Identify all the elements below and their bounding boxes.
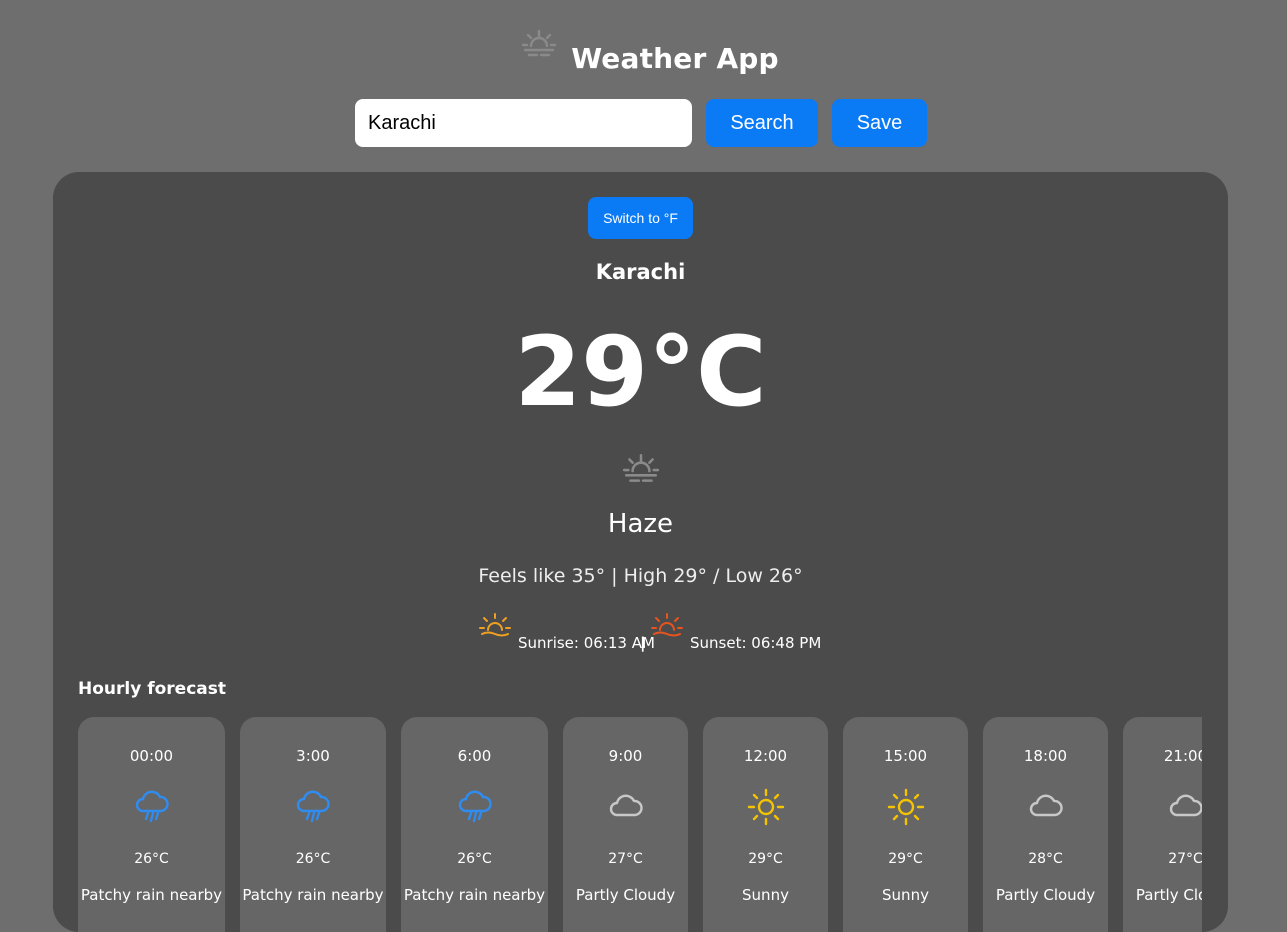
hourly-item: 15:00 29°C Sunny (843, 717, 968, 932)
sunset-icon (651, 613, 683, 637)
hour-condition: Patchy rain nearby (403, 886, 546, 904)
sun-icon (887, 788, 924, 826)
hour-condition: Partly Cloudy (995, 886, 1096, 904)
cloud-icon (609, 794, 643, 817)
hour-temperature: 26°C (457, 851, 492, 867)
hour-time: 00:00 (129, 747, 174, 765)
hour-time: 12:00 (743, 747, 788, 765)
hour-condition: Partly Cloudy (1135, 886, 1202, 904)
hourly-item: 6:00 26°C Patchy rain nearby (401, 717, 548, 932)
separator: | (640, 634, 646, 652)
hour-condition: Patchy rain nearby (80, 886, 223, 904)
app-title: Weather App (571, 42, 779, 75)
sunrise-time: Sunrise: 06:13 AM (518, 634, 655, 652)
hour-temperature: 26°C (295, 851, 331, 867)
hour-temperature: 26°C (134, 851, 169, 867)
rain-icon (296, 790, 330, 823)
hour-temperature: 27°C (608, 851, 643, 867)
current-condition: Haze (607, 509, 674, 539)
hour-temperature: 29°C (748, 851, 783, 867)
hour-temperature: 28°C (1028, 851, 1063, 867)
city-search-input[interactable] (355, 99, 692, 147)
header: Weather App (0, 0, 1287, 90)
unit-toggle-button[interactable]: Switch to °F (588, 197, 693, 239)
hour-temperature: 27°C (1168, 851, 1202, 867)
hour-time: 15:00 (883, 747, 928, 765)
search-bar: Search Save (355, 99, 927, 147)
rain-icon (135, 790, 169, 823)
weather-card: Switch to °F Karachi 29°C Haze Feels lik… (53, 172, 1228, 932)
hourly-item: 12:00 29°C Sunny (703, 717, 828, 932)
hour-time: 9:00 (608, 747, 643, 765)
haze-icon (622, 454, 660, 482)
hourly-item: 9:00 27°C Partly Cloudy (563, 717, 688, 932)
cloud-icon (1169, 794, 1202, 817)
search-button[interactable]: Search (706, 99, 818, 147)
hour-condition: Sunny (882, 886, 929, 904)
hourly-item: 18:00 28°C Partly Cloudy (983, 717, 1108, 932)
hourly-item: 21:00 27°C Partly Cloudy (1123, 717, 1202, 932)
sun-icon (747, 788, 784, 826)
hour-temperature: 29°C (888, 851, 923, 867)
hour-condition: Sunny (742, 886, 789, 904)
hour-time: 18:00 (1023, 747, 1068, 765)
hour-condition: Patchy rain nearby (242, 886, 384, 904)
save-button[interactable]: Save (832, 99, 927, 147)
current-temperature: 29°C (514, 316, 767, 428)
hour-condition: Partly Cloudy (575, 886, 676, 904)
rain-icon (458, 790, 492, 823)
hourly-item: 3:00 26°C Patchy rain nearby (240, 717, 386, 932)
hourly-item: 00:00 26°C Patchy rain nearby (78, 717, 225, 932)
hour-time: 3:00 (296, 747, 330, 765)
temperature-details: Feels like 35° | High 29° / Low 26° (478, 565, 803, 587)
sunset-time: Sunset: 06:48 PM (690, 634, 822, 652)
city-name: Karachi (595, 260, 686, 284)
hourly-forecast-title: Hourly forecast (78, 679, 227, 699)
cloud-icon (1029, 794, 1063, 817)
hour-time: 21:00 (1163, 747, 1202, 765)
hour-time: 6:00 (457, 747, 492, 765)
hourly-forecast-list[interactable]: 00:00 26°C Patchy rain nearby 3:00 26°C … (78, 717, 1202, 932)
sunrise-icon (479, 613, 511, 637)
